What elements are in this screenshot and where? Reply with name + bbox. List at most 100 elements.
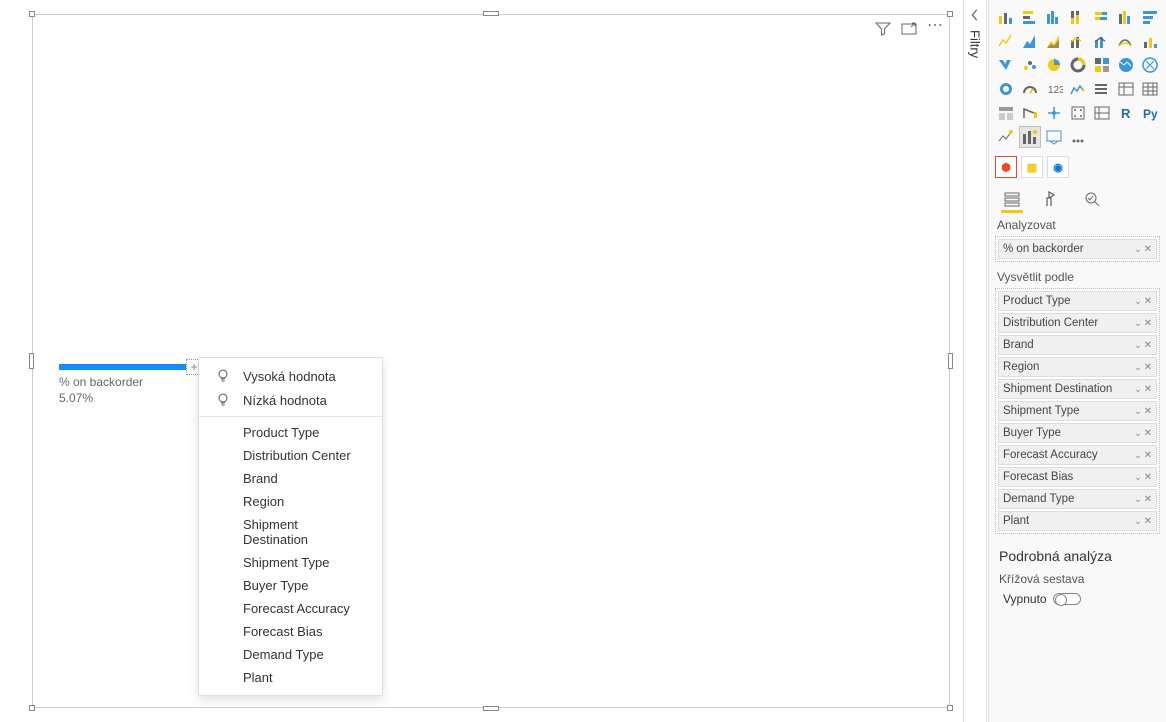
chevron-down-icon[interactable]: ⌄ — [1134, 340, 1142, 351]
viz-type-icon[interactable] — [1139, 78, 1161, 100]
menu-low-value[interactable]: Nízká hodnota — [199, 388, 382, 412]
viz-type-icon[interactable] — [1019, 54, 1041, 76]
viz-type-icon[interactable] — [1115, 6, 1137, 28]
menu-high-value[interactable]: Vysoká hodnota — [199, 364, 382, 388]
chevron-down-icon[interactable]: ⌄ — [1134, 244, 1142, 255]
viz-type-icon[interactable] — [1043, 126, 1065, 148]
menu-field-item[interactable]: Region — [199, 490, 382, 513]
chevron-down-icon[interactable]: ⌄ — [1134, 450, 1142, 461]
viz-type-icon[interactable] — [995, 6, 1017, 28]
viz-type-icon[interactable] — [1019, 6, 1041, 28]
resize-handle[interactable] — [29, 11, 35, 17]
viz-type-icon[interactable] — [995, 126, 1017, 148]
viz-type-icon[interactable] — [1091, 78, 1113, 100]
viz-type-icon[interactable] — [1139, 30, 1161, 52]
field-pill[interactable]: Buyer Type⌄✕ — [998, 423, 1157, 443]
remove-icon[interactable]: ✕ — [1144, 296, 1152, 307]
resize-handle[interactable] — [29, 705, 35, 711]
chevron-down-icon[interactable]: ⌄ — [1134, 362, 1142, 373]
cross-report-toggle[interactable] — [1053, 593, 1081, 605]
analyze-field-well[interactable]: % on backorder ⌄✕ — [995, 236, 1160, 262]
menu-field-item[interactable]: Product Type — [199, 421, 382, 444]
remove-icon[interactable]: ✕ — [1144, 340, 1152, 351]
remove-icon[interactable]: ✕ — [1144, 494, 1152, 505]
viz-type-icon[interactable] — [1067, 6, 1089, 28]
viz-type-icon[interactable] — [1043, 30, 1065, 52]
resize-handle[interactable] — [483, 706, 499, 711]
chevron-down-icon[interactable]: ⌄ — [1134, 472, 1142, 483]
viz-type-icon[interactable] — [1067, 78, 1089, 100]
viz-type-icon[interactable] — [1043, 6, 1065, 28]
field-pill[interactable]: Shipment Type⌄✕ — [998, 401, 1157, 421]
chevron-down-icon[interactable]: ⌄ — [1134, 296, 1142, 307]
viz-type-icon[interactable] — [1019, 78, 1041, 100]
field-pill[interactable]: Demand Type⌄✕ — [998, 489, 1157, 509]
field-pill[interactable]: Plant⌄✕ — [998, 511, 1157, 531]
viz-type-icon[interactable] — [1139, 54, 1161, 76]
menu-field-item[interactable]: Brand — [199, 467, 382, 490]
viz-type-icon[interactable]: Py — [1139, 102, 1161, 124]
viz-type-icon[interactable] — [1139, 6, 1161, 28]
focus-mode-icon[interactable] — [901, 21, 917, 40]
viz-type-icon[interactable] — [1019, 30, 1041, 52]
fields-tab[interactable] — [1001, 188, 1023, 210]
chevron-down-icon[interactable]: ⌄ — [1134, 384, 1142, 395]
remove-icon[interactable]: ✕ — [1144, 428, 1152, 439]
viz-type-icon[interactable] — [995, 102, 1017, 124]
chevron-down-icon[interactable]: ⌄ — [1134, 318, 1142, 329]
report-canvas[interactable]: ⋯ + % on backorder 5.07% Vysoká hodnota … — [0, 0, 960, 722]
viz-type-icon[interactable] — [1067, 30, 1089, 52]
viz-type-icon[interactable] — [1067, 126, 1089, 148]
menu-field-item[interactable]: Distribution Center — [199, 444, 382, 467]
viz-type-icon[interactable] — [1043, 102, 1065, 124]
visual-container[interactable]: ⋯ + % on backorder 5.07% Vysoká hodnota … — [32, 14, 950, 708]
chevron-down-icon[interactable]: ⌄ — [1134, 494, 1142, 505]
custom-visual-html[interactable]: ⬢ — [995, 156, 1017, 178]
menu-field-item[interactable]: Shipment Destination — [199, 513, 382, 551]
resize-handle[interactable] — [947, 11, 953, 17]
expand-icon[interactable] — [968, 8, 982, 22]
viz-type-icon[interactable] — [995, 30, 1017, 52]
custom-visual-3[interactable]: ◉ — [1047, 156, 1069, 178]
remove-icon[interactable]: ✕ — [1144, 516, 1152, 527]
more-options-icon[interactable]: ⋯ — [927, 21, 943, 40]
viz-type-icon[interactable] — [995, 54, 1017, 76]
chevron-down-icon[interactable]: ⌄ — [1134, 516, 1142, 527]
viz-type-icon[interactable]: 123 — [1043, 78, 1065, 100]
viz-type-icon[interactable] — [1067, 54, 1089, 76]
menu-field-item[interactable]: Plant — [199, 666, 382, 689]
viz-type-icon[interactable] — [1115, 78, 1137, 100]
menu-field-item[interactable]: Forecast Accuracy — [199, 597, 382, 620]
remove-icon[interactable]: ✕ — [1144, 472, 1152, 483]
format-tab[interactable] — [1041, 188, 1063, 210]
field-pill[interactable]: Forecast Bias⌄✕ — [998, 467, 1157, 487]
viz-type-icon[interactable]: R — [1115, 102, 1137, 124]
resize-handle[interactable] — [947, 705, 953, 711]
viz-type-icon[interactable] — [1091, 6, 1113, 28]
chevron-down-icon[interactable]: ⌄ — [1134, 428, 1142, 439]
field-pill[interactable]: Distribution Center⌄✕ — [998, 313, 1157, 333]
field-pill[interactable]: Brand⌄✕ — [998, 335, 1157, 355]
field-pill[interactable]: Region⌄✕ — [998, 357, 1157, 377]
remove-icon[interactable]: ✕ — [1144, 244, 1152, 255]
menu-field-item[interactable]: Shipment Type — [199, 551, 382, 574]
viz-type-icon[interactable] — [1091, 30, 1113, 52]
remove-icon[interactable]: ✕ — [1144, 450, 1152, 461]
field-pill[interactable]: Product Type⌄✕ — [998, 291, 1157, 311]
resize-handle[interactable] — [483, 11, 499, 16]
custom-visual-2[interactable]: ▦ — [1021, 156, 1043, 178]
field-pill[interactable]: Shipment Destination⌄✕ — [998, 379, 1157, 399]
viz-type-icon[interactable] — [1019, 126, 1041, 148]
remove-icon[interactable]: ✕ — [1144, 406, 1152, 417]
remove-icon[interactable]: ✕ — [1144, 318, 1152, 329]
menu-field-item[interactable]: Buyer Type — [199, 574, 382, 597]
viz-type-icon[interactable] — [1043, 54, 1065, 76]
viz-type-icon[interactable] — [995, 78, 1017, 100]
chevron-down-icon[interactable]: ⌄ — [1134, 406, 1142, 417]
field-pill[interactable]: Forecast Accuracy⌄✕ — [998, 445, 1157, 465]
filter-icon[interactable] — [875, 21, 891, 40]
menu-field-item[interactable]: Demand Type — [199, 643, 382, 666]
viz-type-icon[interactable] — [1067, 102, 1089, 124]
field-pill[interactable]: % on backorder ⌄✕ — [998, 239, 1157, 259]
viz-type-icon[interactable] — [1091, 54, 1113, 76]
